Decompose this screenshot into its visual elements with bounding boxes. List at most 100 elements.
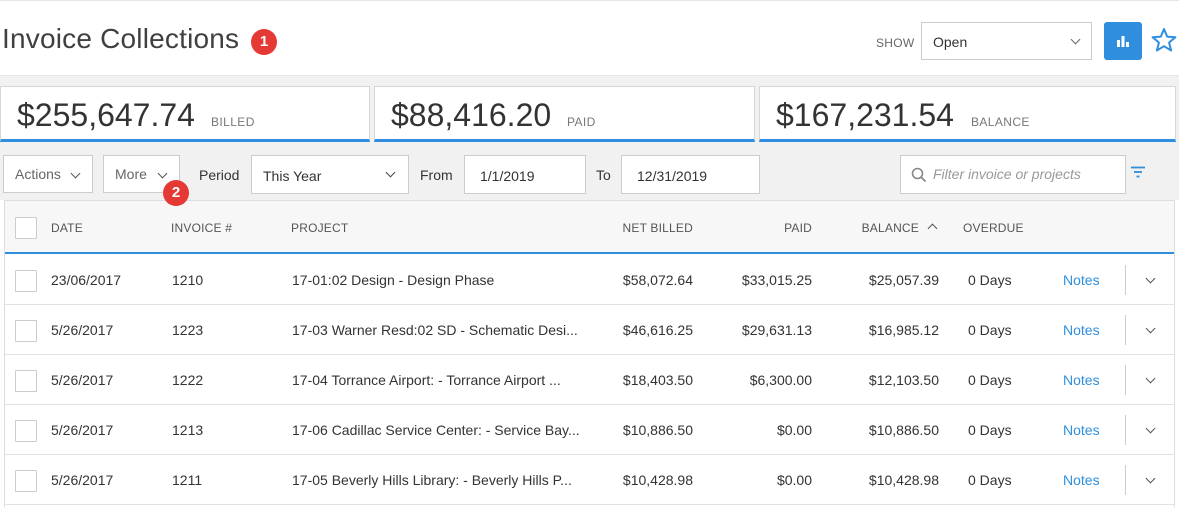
notes-link[interactable]: Notes xyxy=(1063,322,1100,338)
table-row[interactable]: 5/26/2017 1223 17-03 Warner Resd:02 SD -… xyxy=(5,305,1174,355)
cell-invoice: 1223 xyxy=(172,322,204,338)
cell-balance: $25,057.39 xyxy=(868,272,939,288)
paid-label: PAID xyxy=(567,115,596,129)
period-label: Period xyxy=(199,167,240,183)
balance-label: BALANCE xyxy=(971,115,1030,129)
cell-net-billed: $58,072.64 xyxy=(622,272,693,288)
cell-invoice: 1213 xyxy=(172,422,204,438)
search-icon xyxy=(911,167,927,183)
col-paid[interactable]: PAID xyxy=(784,221,812,235)
row-checkbox[interactable] xyxy=(15,420,37,442)
step-badge-2: 2 xyxy=(163,180,189,206)
summary-bar: $255,647.74 BILLED $88,416.20 PAID $167,… xyxy=(0,76,1179,142)
col-net-billed[interactable]: NET BILLED xyxy=(623,221,693,235)
row-expand-button[interactable] xyxy=(1145,373,1157,385)
table-row[interactable]: 5/26/2017 1213 17-06 Cadillac Service Ce… xyxy=(5,405,1174,455)
chart-view-button[interactable] xyxy=(1104,22,1142,60)
row-checkbox[interactable] xyxy=(15,370,37,392)
cell-net-billed: $10,428.98 xyxy=(622,472,693,488)
actions-dropdown-button[interactable]: Actions xyxy=(3,155,93,193)
cell-date: 5/26/2017 xyxy=(51,422,114,438)
cell-net-billed: $18,403.50 xyxy=(622,372,693,388)
table-row[interactable]: 5/26/2017 1222 17-04 Torrance Airport: -… xyxy=(5,355,1174,405)
row-expand-button[interactable] xyxy=(1145,423,1157,435)
balance-amount: $167,231.54 xyxy=(776,97,954,133)
period-select-value: This Year xyxy=(263,168,322,184)
step-badge-1: 1 xyxy=(251,29,277,55)
cell-net-billed: $10,886.50 xyxy=(622,422,693,438)
chevron-down-icon xyxy=(1070,34,1081,45)
balance-card: $167,231.54 BALANCE xyxy=(759,86,1176,142)
select-all-checkbox[interactable] xyxy=(15,217,37,239)
row-expand-button[interactable] xyxy=(1145,473,1157,485)
billed-amount: $255,647.74 xyxy=(17,97,195,133)
cell-paid: $33,015.25 xyxy=(741,272,812,288)
table-header: DATE INVOICE # PROJECT NET BILLED PAID B… xyxy=(5,200,1174,254)
cell-date: 5/26/2017 xyxy=(51,322,114,338)
row-expand-button[interactable] xyxy=(1145,273,1157,285)
chevron-down-icon xyxy=(1145,323,1156,334)
more-label: More xyxy=(115,166,147,182)
divider xyxy=(1125,315,1126,345)
cell-balance: $10,886.50 xyxy=(868,422,939,438)
cell-balance: $16,985.12 xyxy=(868,322,939,338)
col-overdue[interactable]: OVERDUE xyxy=(963,221,1024,235)
table-row[interactable]: 5/26/2017 1211 17-05 Beverly Hills Libra… xyxy=(5,455,1174,505)
from-date-input[interactable]: 1/1/2019 xyxy=(464,155,586,194)
chevron-down-icon xyxy=(157,168,168,179)
to-label: To xyxy=(596,167,611,183)
cell-project: 17-04 Torrance Airport: - Torrance Airpo… xyxy=(292,372,561,388)
paid-amount: $88,416.20 xyxy=(391,97,552,133)
notes-link[interactable]: Notes xyxy=(1063,272,1100,288)
chevron-down-icon xyxy=(70,168,81,179)
billed-card: $255,647.74 BILLED xyxy=(0,86,370,142)
cell-overdue: 0 Days xyxy=(968,372,1012,388)
page-header: Invoice Collections 1 SHOW Open xyxy=(0,0,1179,76)
cell-overdue: 0 Days xyxy=(968,472,1012,488)
cell-date: 5/26/2017 xyxy=(51,372,114,388)
cell-balance: $10,428.98 xyxy=(868,472,939,488)
row-checkbox[interactable] xyxy=(15,320,37,342)
col-date[interactable]: DATE xyxy=(51,221,83,235)
cell-invoice: 1211 xyxy=(172,472,203,488)
notes-link[interactable]: Notes xyxy=(1063,372,1100,388)
period-select[interactable]: This Year xyxy=(251,155,409,194)
notes-link[interactable]: Notes xyxy=(1063,472,1100,488)
cell-invoice: 1210 xyxy=(172,272,204,288)
cell-balance: $12,103.50 xyxy=(868,372,939,388)
chevron-down-icon xyxy=(1145,423,1156,434)
cell-paid: $0.00 xyxy=(776,472,812,488)
divider xyxy=(1125,465,1126,495)
search-box[interactable] xyxy=(900,155,1126,194)
cell-project: 17-01:02 Design - Design Phase xyxy=(292,272,495,288)
divider xyxy=(1125,365,1126,395)
filter-icon[interactable] xyxy=(1130,166,1146,178)
paid-card: $88,416.20 PAID xyxy=(374,86,755,142)
search-input[interactable] xyxy=(933,166,1119,182)
cell-net-billed: $46,616.25 xyxy=(622,322,693,338)
row-checkbox[interactable] xyxy=(15,470,37,492)
row-checkbox[interactable] xyxy=(15,270,37,292)
chevron-down-icon xyxy=(385,167,396,178)
sort-ascending-icon[interactable] xyxy=(927,223,938,234)
to-date-input[interactable]: 12/31/2019 xyxy=(621,155,760,194)
cell-project: 17-03 Warner Resd:02 SD - Schematic Desi… xyxy=(292,322,578,338)
cell-invoice: 1222 xyxy=(172,372,204,388)
bar-chart-icon xyxy=(1117,36,1129,47)
divider xyxy=(1125,415,1126,445)
cell-overdue: 0 Days xyxy=(968,322,1012,338)
row-expand-button[interactable] xyxy=(1145,323,1157,335)
col-balance[interactable]: BALANCE xyxy=(862,221,919,235)
show-select-value: Open xyxy=(933,34,968,50)
cell-overdue: 0 Days xyxy=(968,272,1012,288)
from-label: From xyxy=(420,167,453,183)
show-select[interactable]: Open xyxy=(921,22,1092,60)
notes-link[interactable]: Notes xyxy=(1063,422,1100,438)
favorite-button[interactable] xyxy=(1150,26,1178,54)
cell-paid: $29,631.13 xyxy=(741,322,812,338)
star-icon xyxy=(1151,28,1177,52)
table-row[interactable]: 23/06/2017 1210 17-01:02 Design - Design… xyxy=(5,255,1174,305)
col-invoice[interactable]: INVOICE # xyxy=(171,221,232,235)
billed-label: BILLED xyxy=(211,115,255,129)
col-project[interactable]: PROJECT xyxy=(291,221,348,235)
